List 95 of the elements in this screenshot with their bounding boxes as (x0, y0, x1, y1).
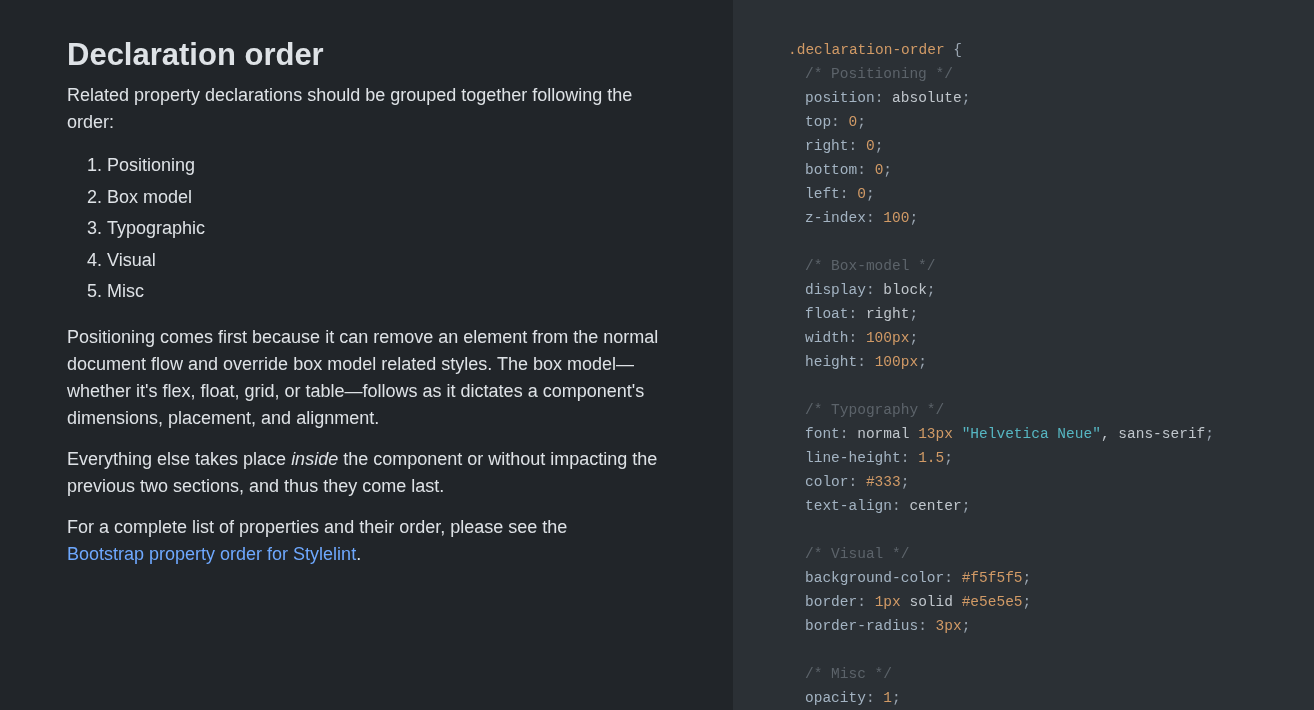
code-punctuation: : (839, 425, 850, 444)
code-punctuation: { (952, 41, 963, 60)
code-value: solid (908, 593, 954, 612)
list-number: 3. (87, 217, 102, 240)
code-punctuation: : (874, 89, 885, 108)
code-value: absolute (892, 89, 962, 108)
code-number: 100 (883, 209, 910, 228)
code-property: text-align (805, 497, 892, 516)
code-punctuation: ; (918, 353, 927, 372)
code-punctuation: : (944, 569, 954, 588)
code-property: float (805, 305, 849, 324)
code-property: opacity (805, 689, 866, 708)
code-number: 3px (935, 617, 962, 636)
code-property: width (805, 329, 849, 348)
code-punctuation: : (848, 137, 859, 156)
code-punctuation: : (865, 281, 876, 300)
code-property: top (805, 113, 832, 132)
paragraph: Positioning comes first because it can remove an element from the normal document flow and override box model related styles. The box model—whether it's flex, float, grid, or table—follows as it dictates a component's dimensions, placement, and alignment. (67, 325, 660, 430)
code-number: 0 (857, 185, 866, 204)
code-property: border (805, 593, 858, 612)
code-property: left (805, 185, 840, 204)
code-number: #e5e5e5 (961, 593, 1023, 612)
code-punctuation: : (857, 593, 867, 612)
code-punctuation: ; (1022, 569, 1032, 588)
code-number: 13px (918, 425, 953, 444)
code-punctuation: : (865, 689, 876, 708)
code-punctuation: : (848, 305, 859, 324)
code-string: "Helvetica Neue" (960, 425, 1101, 444)
code-punctuation: ; (909, 329, 919, 348)
code-property: right (805, 137, 849, 156)
paragraph: For a complete list of properties and their order, please see the Bootstrap property order for Stylelint. (67, 515, 569, 566)
code-property: position (805, 89, 875, 108)
code-number: 0 (848, 113, 858, 132)
code-punctuation: ; (900, 473, 910, 492)
code-punctuation: ; (1022, 593, 1032, 612)
code-value: , sans-serif (1100, 425, 1206, 444)
list-item: Positioning (107, 154, 196, 177)
code-value: right (865, 305, 910, 324)
code-punctuation: : (865, 209, 876, 228)
code-punctuation: ; (961, 497, 971, 516)
code-punctuation: ; (1205, 425, 1214, 444)
list-item: Typographic (107, 217, 206, 240)
code-value: block (883, 281, 927, 300)
code-punctuation: ; (874, 137, 884, 156)
list-number: 1. (87, 154, 102, 177)
code-punctuation: ; (961, 89, 971, 108)
list-item: Visual (107, 248, 156, 272)
code-punctuation: ; (944, 449, 953, 468)
code-punctuation: ; (909, 305, 919, 324)
list-number: 2. (87, 185, 102, 209)
code-number: 0 (874, 161, 884, 180)
code-property: border-radius (805, 617, 919, 636)
code-punctuation: : (857, 353, 867, 372)
code-number: 1 (883, 689, 893, 708)
code-punctuation: ; (926, 281, 936, 300)
code-property: display (805, 281, 866, 300)
code-number: 1px (874, 593, 901, 612)
code-number: 1.5 (918, 449, 945, 468)
list-number: 5. (87, 280, 102, 303)
code-selector: .declaration-order (788, 41, 945, 60)
code-punctuation: ; (892, 689, 901, 708)
code-punctuation: ; (909, 209, 919, 228)
code-number: 100px (865, 329, 910, 348)
code-number: 100px (874, 353, 919, 372)
code-punctuation: : (892, 497, 902, 516)
link[interactable]: Bootstrap property order for Stylelint (67, 543, 357, 564)
code-punctuation: : (831, 113, 841, 132)
code-property: background-color (805, 569, 945, 588)
code-punctuation: ; (883, 161, 893, 180)
code-punctuation: ; (961, 617, 971, 636)
code-number: #f5f5f5 (961, 569, 1023, 588)
code-punctuation: : (848, 473, 859, 492)
list-number: 4. (87, 248, 102, 272)
code-punctuation: : (900, 449, 911, 468)
code-property: line-height (805, 449, 901, 468)
code-property: height (805, 353, 858, 372)
code-punctuation: : (848, 329, 859, 348)
code-number: 0 (865, 137, 875, 156)
code-punctuation: : (918, 617, 928, 636)
list-item: Misc (107, 280, 144, 303)
code-punctuation: ; (857, 113, 866, 132)
code-property: color (805, 473, 849, 492)
code-punctuation: : (839, 185, 850, 204)
code-punctuation: ; (865, 185, 875, 204)
code-property: font (805, 425, 840, 444)
code-punctuation: : (857, 161, 867, 180)
paragraph: Everything else takes place inside the component or without impacting the previous two sections, and thus they come last. (67, 447, 659, 498)
heading: Declaration order (67, 36, 325, 74)
code-property: z-index (805, 209, 866, 228)
list-item: Box model (107, 185, 193, 209)
code-number: #333 (865, 473, 901, 492)
paragraph: Related property declarations should be grouped together following the order: (67, 84, 634, 134)
code-property: bottom (805, 161, 858, 180)
code-value: center (909, 497, 962, 516)
code-value: normal (857, 425, 911, 444)
